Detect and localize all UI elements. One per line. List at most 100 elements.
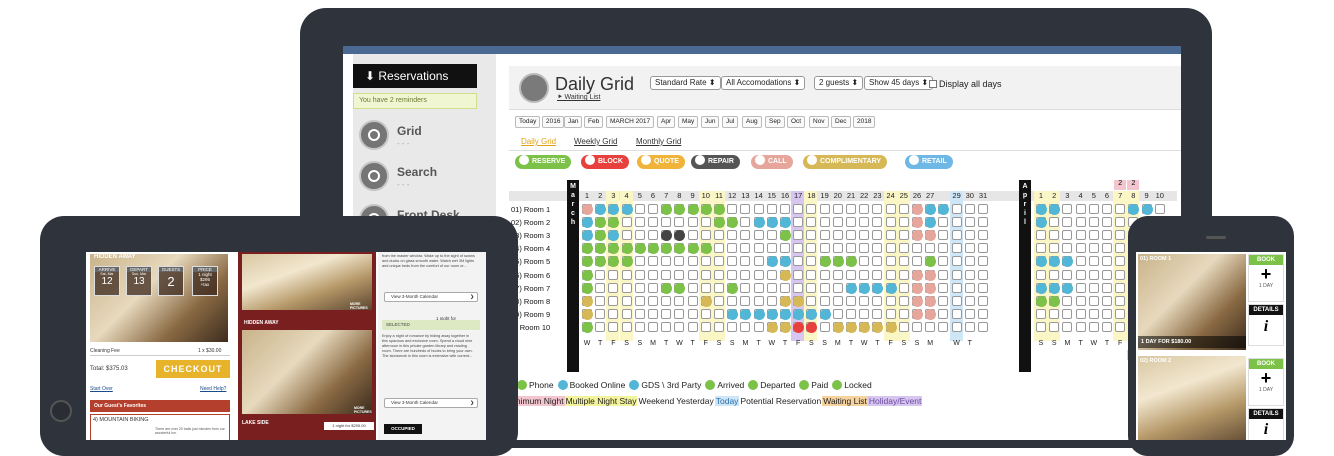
reservation-icon[interactable] <box>621 204 633 215</box>
reservation-icon[interactable] <box>925 230 937 242</box>
grid-cell[interactable] <box>898 230 909 241</box>
nav-feb[interactable]: Feb <box>584 116 604 128</box>
reservation-icon[interactable] <box>885 282 897 294</box>
reservation-icon[interactable] <box>780 256 791 268</box>
grid-cell[interactable] <box>727 243 738 254</box>
grid-cell[interactable] <box>885 256 896 267</box>
grid-cell[interactable] <box>1036 230 1046 241</box>
grid-cell[interactable] <box>1062 269 1073 280</box>
grid-cell[interactable] <box>1102 204 1112 214</box>
grid-cell[interactable] <box>951 295 962 306</box>
grid-cell[interactable] <box>1102 282 1112 293</box>
grid-cell[interactable] <box>964 321 975 332</box>
grid-cell[interactable] <box>846 217 856 228</box>
grid-cell[interactable] <box>951 321 962 332</box>
reservation-icon[interactable] <box>648 243 659 255</box>
grid-cell[interactable] <box>1062 243 1073 254</box>
grid-cell[interactable] <box>1088 243 1099 254</box>
grid-cell[interactable] <box>832 295 843 306</box>
grid-cell[interactable] <box>898 217 909 228</box>
grid-cell[interactable] <box>978 308 988 319</box>
grid-cell[interactable] <box>938 217 949 228</box>
grid-cell[interactable] <box>687 256 698 267</box>
grid-cell[interactable] <box>727 269 738 280</box>
grid-cell[interactable] <box>806 243 817 254</box>
reservation-icon[interactable] <box>740 308 752 320</box>
grid-cell[interactable] <box>793 217 804 228</box>
grid-cell[interactable] <box>964 282 975 293</box>
room-row-label[interactable]: 01) Room 1 <box>511 205 550 214</box>
reservation-icon[interactable] <box>661 230 673 242</box>
reservation-icon[interactable] <box>621 243 633 255</box>
grid-cell[interactable] <box>700 321 711 332</box>
grid-cell[interactable] <box>938 230 949 241</box>
reservation-icon[interactable] <box>912 308 923 320</box>
grid-cell[interactable] <box>634 295 645 306</box>
reservation-icon[interactable] <box>780 295 791 307</box>
grid-cell[interactable] <box>1075 230 1086 241</box>
grid-cell[interactable] <box>1115 321 1126 332</box>
grid-cell[interactable] <box>1088 217 1099 228</box>
grid-cell[interactable] <box>806 282 817 293</box>
reservation-icon[interactable] <box>1049 282 1061 294</box>
reminder-banner[interactable]: You have 2 reminders <box>353 93 477 109</box>
grid-cell[interactable] <box>621 282 632 293</box>
grid-cell[interactable] <box>859 295 870 306</box>
nav-today[interactable]: Today <box>515 116 541 128</box>
reservation-icon[interactable] <box>766 308 778 320</box>
reservation-icon[interactable] <box>661 282 673 294</box>
grid-cell[interactable] <box>621 308 632 319</box>
grid-cell[interactable] <box>898 308 909 319</box>
reservation-icon[interactable] <box>661 204 673 215</box>
grid-cell[interactable] <box>753 230 764 241</box>
grid-cell[interactable] <box>753 243 764 254</box>
reservation-icon[interactable] <box>582 282 593 294</box>
grid-cell[interactable] <box>964 204 975 214</box>
grid-cell[interactable] <box>714 308 724 319</box>
grid-cell[interactable] <box>687 217 698 228</box>
reservation-icon[interactable] <box>766 256 778 268</box>
grid-cell[interactable] <box>700 217 711 228</box>
grid-cell[interactable] <box>634 204 645 214</box>
grid-cell[interactable] <box>978 269 988 280</box>
favorite-item[interactable]: 4) MOUNTAIN BIKING There are over 20 tra… <box>90 414 230 440</box>
grid-cell[interactable] <box>938 256 949 267</box>
reservation-icon[interactable] <box>582 308 593 320</box>
depart-box[interactable]: DEPART Sun, Mar 13 <box>126 266 152 296</box>
grid-cell[interactable] <box>978 243 988 254</box>
grid-cell[interactable] <box>832 282 843 293</box>
tab-weekly-grid[interactable]: Weekly Grid <box>574 137 617 146</box>
nav-jan[interactable]: Jan <box>564 116 583 128</box>
grid-cell[interactable] <box>846 230 856 241</box>
grid-cell[interactable] <box>859 243 870 254</box>
grid-cell[interactable] <box>1115 308 1126 319</box>
reservation-icon[interactable] <box>727 308 739 320</box>
nav-jul[interactable]: Jul <box>722 116 739 128</box>
grid-cell[interactable] <box>621 295 632 306</box>
grid-cell[interactable] <box>1115 243 1126 254</box>
grid-cell[interactable] <box>648 269 658 280</box>
grid-cell[interactable] <box>727 230 738 241</box>
grid-cell[interactable] <box>846 243 856 254</box>
tab-daily-grid[interactable]: Daily Grid <box>521 137 556 146</box>
days-select[interactable]: Show 45 days ⬍ <box>864 76 934 90</box>
grid-cell[interactable] <box>634 321 645 332</box>
grid-cell[interactable] <box>1075 282 1086 293</box>
grid-cell[interactable] <box>872 308 883 319</box>
grid-cell[interactable] <box>819 321 830 332</box>
reservation-icon[interactable] <box>885 321 897 333</box>
grid-cell[interactable] <box>674 295 685 306</box>
grid-cell[interactable] <box>806 256 817 267</box>
grid-cell[interactable] <box>595 282 606 293</box>
grid-cell[interactable] <box>951 308 962 319</box>
reservation-icon[interactable] <box>727 217 739 229</box>
grid-cell[interactable] <box>780 282 790 293</box>
grid-cell[interactable] <box>938 308 949 319</box>
grid-cell[interactable] <box>634 282 645 293</box>
grid-cell[interactable] <box>700 282 711 293</box>
reservation-icon[interactable] <box>912 295 923 307</box>
grid-cell[interactable] <box>819 204 830 214</box>
nav-2018[interactable]: 2018 <box>853 116 876 128</box>
grid-cell[interactable] <box>634 230 645 241</box>
reservation-icon[interactable] <box>780 269 791 281</box>
